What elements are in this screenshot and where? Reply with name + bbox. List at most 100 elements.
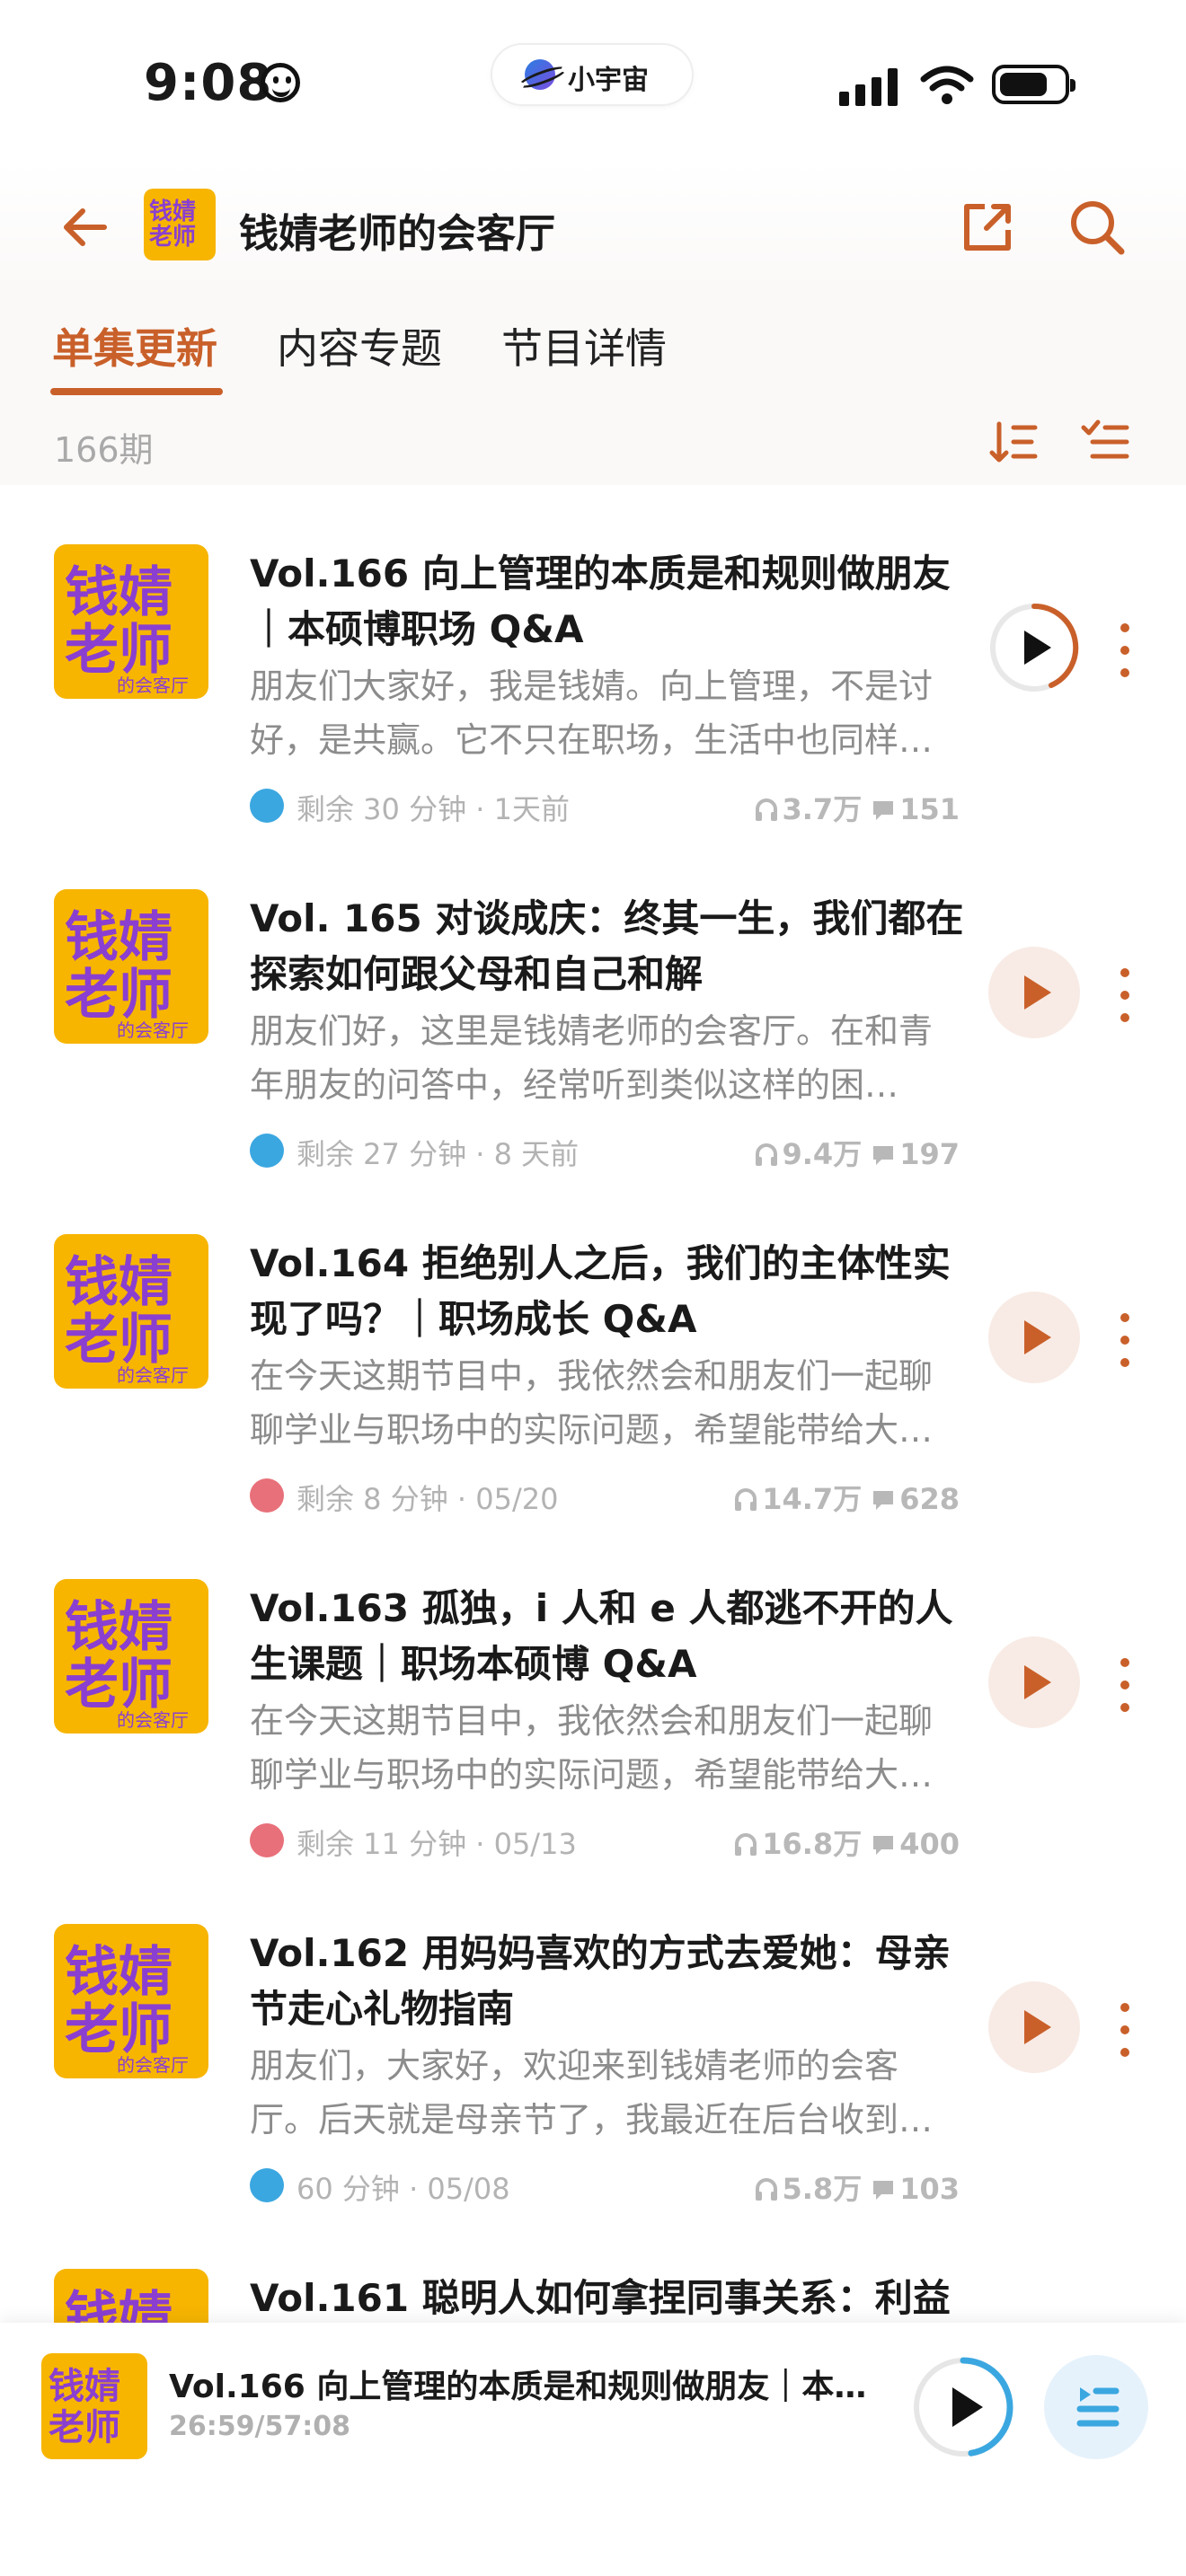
play-count: 5.8万 xyxy=(782,2172,863,2206)
playlist-icon xyxy=(1076,2387,1120,2427)
more-options-icon[interactable] xyxy=(1114,623,1136,677)
episode-title[interactable]: Vol.162 用妈妈喜欢的方式去爱她：母亲节走心礼物指南 xyxy=(250,1926,969,2037)
status-bar: 9:08 小宇宙 xyxy=(0,0,1186,162)
episode-stats: 16.8万 400 xyxy=(733,1822,960,1863)
player-play-button[interactable] xyxy=(909,2353,1017,2461)
more-options-icon[interactable] xyxy=(1114,2003,1136,2057)
comment-icon xyxy=(873,1146,894,1165)
episode-title[interactable]: Vol.164 拒绝别人之后，我们的主体性实现了吗？｜职场成长 Q&A xyxy=(250,1236,969,1347)
episode-meta: 剩余 27 分钟 · 8 天前 9.4万 197 xyxy=(250,1132,960,1171)
more-options-icon[interactable] xyxy=(1114,1658,1136,1712)
episode-remaining: 剩余 8 分钟 · 05/20 xyxy=(296,1482,559,1516)
back-arrow-icon[interactable] xyxy=(59,202,110,252)
progress-icon xyxy=(250,2168,284,2202)
status-time: 9:08 xyxy=(144,54,273,112)
more-options-icon[interactable] xyxy=(1114,968,1136,1022)
episode-title[interactable]: Vol.161 聪明人如何拿捏同事关系：利益 xyxy=(250,2271,969,2326)
tab-episodes[interactable]: 单集更新 xyxy=(52,316,217,375)
tab-topics[interactable]: 内容专题 xyxy=(277,316,442,375)
svg-text:的会客厅: 的会客厅 xyxy=(117,1364,189,1386)
comment-count: 400 xyxy=(899,1827,960,1861)
svg-text:钱婧: 钱婧 xyxy=(65,1596,173,1659)
svg-text:钱婧: 钱婧 xyxy=(65,906,173,969)
episode-cover: 钱婧老师的会客厅 xyxy=(54,1924,208,2078)
episode-count: 166期 xyxy=(54,430,154,470)
svg-text:钱婧: 钱婧 xyxy=(65,1941,173,2004)
player-cover: 钱婧 老师 xyxy=(41,2353,147,2459)
battery-icon xyxy=(992,65,1075,104)
tab-underline xyxy=(50,388,223,395)
svg-text:老师: 老师 xyxy=(65,1654,173,1716)
episode-description: 朋友们好，这里是钱婧老师的会客厅。在和青年朋友的问答中，经常听到类似这样的困… xyxy=(250,1011,934,1105)
play-icon xyxy=(1024,1665,1051,1699)
episode-title[interactable]: Vol. 165 对谈成庆：终其一生，我们都在探索如何跟父母和自己和解 xyxy=(250,891,969,1002)
episode-item[interactable]: 钱婧 老师 的会客厅 Vol.164 拒绝别人之后，我们的主体性实现了吗？｜职场成长 … xyxy=(0,1175,1186,1520)
play-count: 14.7万 xyxy=(762,1482,863,1516)
app-header: 钱婧 老师 钱婧老师的会客厅 xyxy=(0,162,1186,287)
svg-text:老师: 老师 xyxy=(65,619,173,682)
smiley-icon xyxy=(261,63,300,102)
comment-count: 103 xyxy=(899,2172,960,2206)
comment-count: 197 xyxy=(899,1137,960,1171)
comment-icon xyxy=(873,2181,894,2200)
play-button[interactable] xyxy=(988,1636,1080,1728)
episode-cover: 钱婧老师的会客厅 xyxy=(54,1234,208,1389)
episode-meta: 剩余 30 分钟 · 1天前 3.7万 151 xyxy=(250,787,960,826)
multi-select-icon[interactable] xyxy=(1080,417,1130,467)
episode-item[interactable]: 钱婧 老师 的会客厅 Vol.163 孤独，i 人和 e 人都逃不开的人生课题｜职场本… xyxy=(0,1520,1186,1865)
progress-icon xyxy=(250,789,284,823)
wifi-icon xyxy=(920,66,974,104)
more-options-icon[interactable] xyxy=(1114,1313,1136,1367)
signal-icon xyxy=(839,66,902,106)
play-button[interactable] xyxy=(988,1292,1080,1383)
play-icon xyxy=(1024,975,1051,1010)
page-title: 钱婧老师的会客厅 xyxy=(239,211,555,257)
episode-stats: 9.4万 197 xyxy=(754,1132,960,1173)
play-count: 9.4万 xyxy=(782,1137,863,1171)
svg-text:老师: 老师 xyxy=(65,1309,173,1372)
episode-remaining: 剩余 11 分钟 · 05/13 xyxy=(296,1827,577,1861)
comment-count: 628 xyxy=(899,1482,960,1516)
episode-title[interactable]: Vol.163 孤独，i 人和 e 人都逃不开的人生课题｜职场本硕博 Q&A xyxy=(250,1581,969,1692)
episode-cover: 钱婧老师的会客厅 xyxy=(54,544,208,699)
episode-description: 朋友们，大家好，欢迎来到钱婧老师的会客厅。后天就是母亲节了，我最近在后台收到… xyxy=(250,2046,934,2139)
svg-text:钱婧: 钱婧 xyxy=(49,2366,120,2407)
play-icon xyxy=(1024,2010,1051,2044)
play-icon xyxy=(1024,1320,1051,1354)
share-icon[interactable] xyxy=(960,199,1015,255)
progress-icon xyxy=(250,1134,284,1168)
play-count: 3.7万 xyxy=(782,792,863,826)
comment-icon xyxy=(873,1836,894,1855)
play-button[interactable] xyxy=(988,602,1080,693)
podcast-cover: 钱婧 老师 xyxy=(144,189,216,260)
play-button[interactable] xyxy=(988,947,1080,1038)
svg-text:钱婧: 钱婧 xyxy=(65,561,173,624)
svg-text:的会客厅: 的会客厅 xyxy=(117,675,189,696)
episode-meta: 剩余 8 分钟 · 05/20 14.7万 628 xyxy=(250,1477,960,1516)
episode-description: 在今天这期节目中，我依然会和朋友们一起聊聊学业与职场中的实际问题，希望能带给大… xyxy=(250,1356,934,1450)
episode-item[interactable]: 钱婧 老师 的会客厅 Vol.166 向上管理的本质是和规则做朋友｜本硕博职场 Q&A… xyxy=(0,485,1186,830)
episode-meta: 60 分钟 · 05/08 5.8万 103 xyxy=(250,2166,960,2206)
episode-item[interactable]: 钱婧 老师 的会客厅 Vol.162 用妈妈喜欢的方式去爱她：母亲节走心礼物指南 朋友们… xyxy=(0,1865,1186,2210)
mini-player[interactable]: 钱婧 老师 Vol.166 向上管理的本质是和规则做朋友｜本… 26:59/57… xyxy=(0,2323,1186,2576)
headphone-icon xyxy=(735,1833,757,1856)
search-icon[interactable] xyxy=(1067,198,1127,257)
episode-item[interactable]: 钱婧 老师 的会客厅 Vol. 165 对谈成庆：终其一生，我们都在探索如何跟父母和自… xyxy=(0,830,1186,1175)
svg-text:的会客厅: 的会客厅 xyxy=(117,1709,189,1731)
dynamic-island[interactable]: 小宇宙 xyxy=(492,45,692,104)
episode-description: 在今天这期节目中，我依然会和朋友们一起聊聊学业与职场中的实际问题，希望能带给大… xyxy=(250,1701,934,1795)
sort-order-icon[interactable] xyxy=(988,417,1039,467)
svg-text:老师: 老师 xyxy=(65,1998,173,2061)
playlist-button[interactable] xyxy=(1044,2355,1148,2459)
headphone-icon xyxy=(755,798,777,821)
episode-meta: 剩余 11 分钟 · 05/13 16.8万 400 xyxy=(250,1822,960,1861)
episode-title[interactable]: Vol.166 向上管理的本质是和规则做朋友｜本硕博职场 Q&A xyxy=(250,546,969,657)
episode-description: 朋友们大家好，我是钱婧。向上管理，不是讨好，是共赢。它不只在职场，生活中也同样… xyxy=(250,666,934,760)
comment-icon xyxy=(873,801,894,820)
tab-details[interactable]: 节目详情 xyxy=(501,316,667,375)
play-button[interactable] xyxy=(988,1981,1080,2073)
episode-cover: 钱婧老师的会客厅 xyxy=(54,1579,208,1734)
tab-bar: 单集更新 内容专题 节目详情 xyxy=(0,287,1186,395)
svg-text:老师: 老师 xyxy=(149,224,196,251)
svg-text:老师: 老师 xyxy=(49,2407,120,2448)
